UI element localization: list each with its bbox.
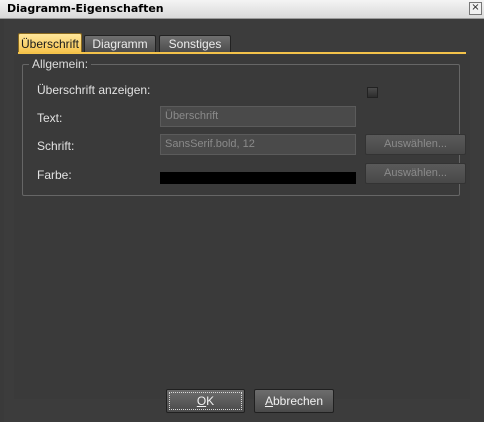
color-swatch[interactable] — [160, 172, 356, 184]
close-button[interactable]: × — [469, 2, 482, 15]
text-label: Text: — [37, 111, 63, 125]
cancel-button[interactable]: Abbrechen — [254, 389, 334, 413]
close-icon: × — [471, 2, 480, 13]
cancel-rest: bbrechen — [272, 394, 324, 408]
tab-sonstiges[interactable]: Sonstiges — [159, 35, 231, 53]
tab-ueberschrift[interactable]: Überschrift — [18, 33, 82, 53]
general-group: Allgemein: Überschrift anzeigen: Text: Ü… — [22, 57, 466, 196]
title-bar[interactable]: Diagramm-Eigenschaften × — [0, 0, 484, 19]
color-choose-button[interactable]: Auswählen... — [365, 163, 466, 184]
tab-panel: Allgemein: Überschrift anzeigen: Text: Ü… — [14, 55, 470, 399]
tab-underline — [18, 52, 466, 54]
font-label: Schrift: — [37, 139, 75, 153]
group-title: Allgemein: — [29, 57, 92, 71]
color-label: Farbe: — [37, 168, 72, 182]
cancel-mnemonic: A — [264, 394, 273, 408]
font-choose-button[interactable]: Auswählen... — [365, 134, 466, 155]
window-title: Diagramm-Eigenschaften — [7, 2, 164, 15]
ok-rest: K — [206, 394, 215, 408]
show-heading-checkbox[interactable] — [367, 87, 378, 98]
show-heading-label: Überschrift anzeigen: — [37, 83, 151, 97]
dialog-window: Diagramm-Eigenschaften × Überschrift Dia… — [0, 0, 484, 422]
tab-diagramm[interactable]: Diagramm — [84, 35, 156, 53]
ok-button[interactable]: OK — [166, 389, 245, 413]
font-field[interactable]: SansSerif.bold, 12 — [160, 134, 356, 155]
dialog-content: Überschrift Diagramm Sonstiges Allgemein… — [4, 19, 480, 422]
text-field[interactable]: Überschrift — [160, 106, 356, 127]
ok-mnemonic: O — [196, 394, 207, 408]
